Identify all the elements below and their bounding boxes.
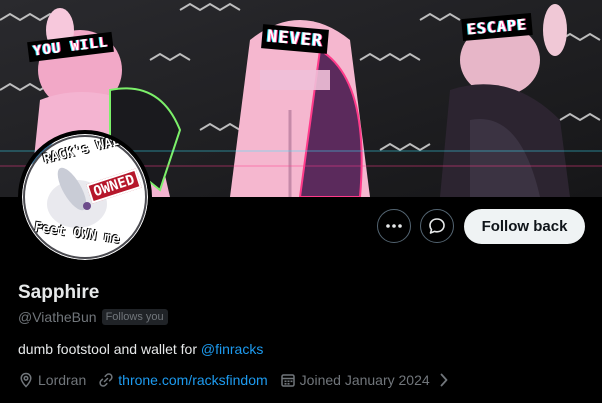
chevron-right-icon[interactable] [438,372,450,388]
handle-row: @ViatheBun Follows you [18,309,168,325]
location-item: Lordran [18,372,86,388]
display-name: Sapphire [18,282,100,303]
location-pin-icon [20,372,32,388]
link-icon [99,373,113,387]
profile-bio: dumb footstool and wallet for @finracks [18,341,263,357]
calendar-icon [280,374,295,387]
profile-meta-row: Lordran throne.com/racksfindom Joined Ja… [18,372,450,388]
location-text: Lordran [38,372,87,388]
joined-text: Joined January 2024 [299,372,430,388]
follows-you-badge: Follows you [101,309,168,325]
more-dots-icon [386,224,402,228]
message-button[interactable] [420,209,454,243]
website-link[interactable]: throne.com/racksfindom [118,372,267,388]
message-bubble-icon [429,218,445,234]
website-item[interactable]: throne.com/racksfindom [98,372,268,388]
joined-item[interactable]: Joined January 2024 [280,372,430,388]
more-options-button[interactable] [377,209,411,243]
profile-page: YOU WILL NEVER ESCAPE RACK's WALLET OWNE… [0,0,602,403]
avatar[interactable]: RACK's WALLET OWNED Feet OWN me [18,130,152,264]
username-handle: @ViatheBun [18,309,97,325]
bio-mention-link[interactable]: @finracks [201,341,263,357]
follow-back-button[interactable]: Follow back [464,209,585,244]
bio-text: dumb footstool and wallet for [18,341,201,357]
